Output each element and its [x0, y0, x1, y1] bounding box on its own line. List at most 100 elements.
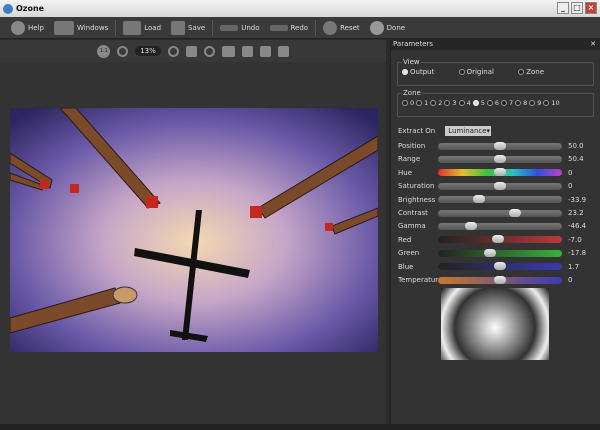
divider — [212, 19, 214, 36]
panel-close-icon[interactable]: ✕ — [590, 40, 596, 48]
slider-value: 50.0 — [568, 142, 584, 150]
slider-thumb[interactable] — [494, 275, 506, 284]
help-button[interactable]: Help — [8, 20, 47, 35]
red-slider[interactable] — [438, 235, 562, 244]
slider-thumb[interactable] — [494, 154, 506, 163]
app-icon — [3, 3, 13, 14]
split-half-icon[interactable] — [259, 45, 271, 57]
slider-label: Brightness — [398, 195, 436, 204]
reset-button[interactable]: Reset — [320, 20, 363, 35]
zone-radio-0[interactable]: 0 — [402, 99, 414, 107]
image-canvas[interactable] — [10, 108, 378, 352]
slider-value: 1.7 — [568, 262, 580, 271]
contrast-slider[interactable] — [438, 208, 562, 217]
slider-value: 50.4 — [568, 155, 584, 164]
redo-button[interactable]: Redo — [267, 24, 312, 32]
status-strip — [0, 424, 600, 430]
view-group: View Output Original Zone — [397, 58, 594, 86]
blue-slider[interactable] — [438, 262, 562, 271]
slider-value: -46.4 — [568, 222, 587, 231]
zone-radio-8[interactable]: 8 — [515, 99, 527, 107]
slider-thumb[interactable] — [465, 221, 478, 230]
slider-row-brightness: Brightness -33.9 — [398, 194, 598, 206]
divider — [115, 19, 117, 36]
range-slider[interactable] — [438, 154, 562, 163]
view-original-radio[interactable]: Original — [458, 68, 494, 76]
minimize-button[interactable]: _ — [557, 2, 569, 14]
radio — [515, 100, 522, 106]
fit-icon[interactable] — [185, 45, 197, 57]
temperature-slider[interactable] — [438, 275, 562, 284]
save-button[interactable]: Save — [168, 20, 208, 35]
split-vertical-icon[interactable] — [221, 45, 235, 57]
slider-value: 0 — [568, 182, 573, 191]
zoom-out-icon[interactable] — [167, 45, 179, 57]
slider-thumb[interactable] — [472, 195, 485, 204]
zone-radio-3[interactable]: 3 — [444, 99, 457, 107]
slider-row-green: Green -17.8 — [398, 247, 598, 259]
close-button[interactable]: × — [585, 2, 597, 14]
undo-button[interactable]: Undo — [217, 24, 262, 32]
zone-radio-2[interactable]: 2 — [430, 99, 442, 107]
slider-row-red: Red -7.0 — [398, 234, 598, 246]
saturation-slider[interactable] — [438, 181, 562, 190]
slider-label: Green — [398, 249, 420, 258]
zoom-icon[interactable] — [203, 45, 215, 57]
slider-row-range: Range 50.4 — [398, 153, 598, 165]
load-icon — [123, 20, 142, 35]
slider-thumb[interactable] — [494, 168, 506, 177]
view-legend: View — [403, 58, 420, 66]
zone-radio-7[interactable]: 7 — [500, 99, 513, 107]
green-slider[interactable] — [438, 248, 562, 257]
windows-button[interactable]: Windows — [51, 20, 111, 35]
windows-icon — [53, 20, 74, 35]
maximize-button[interactable]: □ — [571, 2, 583, 14]
redo-icon — [269, 24, 288, 31]
slider-thumb[interactable] — [494, 141, 506, 150]
single-view-icon[interactable] — [277, 45, 289, 57]
slider-label: Position — [398, 142, 426, 150]
slider-label: Hue — [398, 168, 413, 177]
position-slider[interactable] — [438, 141, 562, 150]
slider-label: Gamma — [398, 222, 426, 231]
main-toolbar: Help Windows Load Save Undo Redo Reset D… — [0, 17, 600, 39]
actual-size-button[interactable]: 1:1 — [97, 44, 111, 58]
slider-thumb[interactable] — [491, 235, 504, 244]
divider — [315, 19, 317, 36]
zone-radio-10[interactable]: 10 — [543, 99, 560, 107]
zone-radio-5[interactable]: 5 — [472, 99, 485, 107]
slider-thumb[interactable] — [494, 181, 506, 190]
view-zone-radio[interactable]: Zone — [518, 68, 544, 76]
load-button[interactable]: Load — [120, 20, 164, 35]
slider-row-contrast: Contrast 23.2 — [398, 207, 598, 219]
slider-thumb[interactable] — [484, 248, 497, 257]
panel-title: Parameters — [393, 40, 434, 48]
slider-value: -7.0 — [568, 235, 582, 244]
zone-radio-9[interactable]: 9 — [529, 99, 541, 107]
radio — [529, 100, 536, 106]
view-output-radio[interactable]: Output — [402, 68, 434, 76]
hue-slider[interactable] — [438, 168, 562, 177]
zoom-level[interactable]: 13% — [135, 46, 161, 56]
zoom-in-icon[interactable] — [117, 45, 129, 57]
extract-select[interactable]: Luminance ▾ — [445, 126, 492, 136]
zone-radio-4[interactable]: 4 — [458, 99, 471, 107]
window-title: Ozone — [16, 4, 45, 13]
slider-label: Saturation — [398, 182, 435, 191]
radio — [458, 100, 465, 106]
slider-label: Range — [398, 155, 421, 164]
zone-radio-6[interactable]: 6 — [486, 99, 499, 107]
zone-preview-thumbnail — [441, 288, 549, 360]
slider-value: 0 — [568, 276, 573, 284]
gear-icon — [369, 20, 384, 35]
slider-row-gamma: Gamma -46.4 — [398, 220, 598, 232]
slider-thumb[interactable] — [494, 262, 506, 271]
done-button[interactable]: Done — [367, 20, 408, 35]
split-horizontal-icon[interactable] — [241, 45, 253, 57]
brightness-slider[interactable] — [438, 195, 562, 204]
gamma-slider[interactable] — [438, 221, 562, 230]
slider-thumb[interactable] — [508, 208, 521, 217]
zone-radio-1[interactable]: 1 — [416, 99, 428, 107]
slider-label: Blue — [398, 262, 414, 271]
extract-label: Extract On — [398, 127, 436, 135]
